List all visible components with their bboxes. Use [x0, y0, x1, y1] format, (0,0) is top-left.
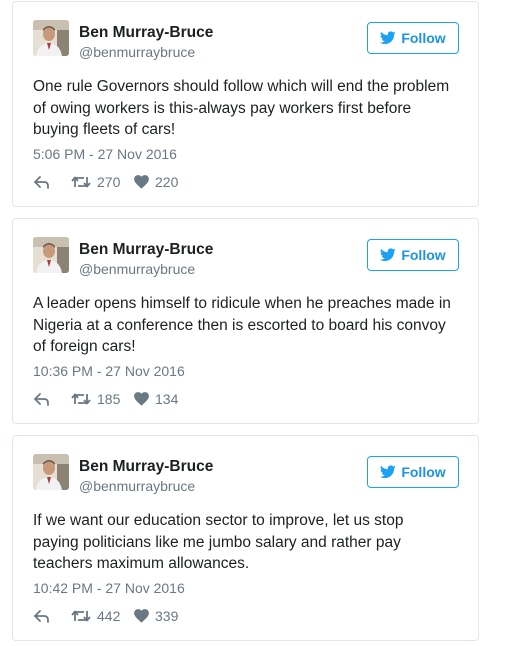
author-name[interactable]: Ben Murray-Bruce [79, 24, 213, 42]
retweet-count: 185 [97, 391, 121, 407]
like-count: 220 [155, 174, 179, 190]
twitter-bird-icon [380, 248, 397, 262]
like-count: 134 [155, 391, 179, 407]
reply-button[interactable] [33, 175, 71, 189]
author-name[interactable]: Ben Murray-Bruce [79, 241, 213, 259]
heart-icon [134, 609, 149, 623]
tweet-actions: 270 220 [33, 172, 178, 192]
tweet-timestamp[interactable]: 10:36 PM - 27 Nov 2016 [33, 363, 185, 379]
tweet-timestamp[interactable]: 10:42 PM - 27 Nov 2016 [33, 580, 185, 596]
like-button[interactable]: 220 [134, 174, 178, 190]
tweet-card[interactable]: Ben Murray-Bruce @benmurraybruce Follow … [12, 218, 479, 424]
follow-label: Follow [401, 464, 446, 480]
reply-icon [34, 393, 49, 406]
heart-icon [134, 392, 149, 406]
reply-icon [34, 176, 49, 189]
reply-button[interactable] [33, 392, 71, 406]
tweet-card[interactable]: Ben Murray-Bruce @benmurraybruce Follow … [12, 435, 479, 641]
retweet-button[interactable]: 270 [71, 174, 134, 190]
tweet-card[interactable]: Ben Murray-Bruce @benmurraybruce Follow … [12, 1, 479, 207]
tweet-timestamp[interactable]: 5:06 PM - 27 Nov 2016 [33, 146, 177, 162]
tweet-actions: 185 134 [33, 389, 178, 409]
follow-button[interactable]: Follow [367, 456, 459, 488]
retweet-count: 270 [97, 174, 121, 190]
follow-button[interactable]: Follow [367, 22, 459, 54]
avatar[interactable] [33, 454, 69, 490]
author-handle[interactable]: @benmurraybruce [79, 261, 195, 277]
retweet-button[interactable]: 442 [71, 608, 134, 624]
tweet-text: A leader opens himself to ridicule when … [33, 295, 451, 355]
author-name[interactable]: Ben Murray-Bruce [79, 458, 213, 476]
reply-icon [34, 610, 49, 623]
retweet-icon [71, 176, 91, 188]
tweet-text: If we want our education sector to impro… [33, 512, 404, 572]
twitter-bird-icon [380, 31, 397, 45]
reply-button[interactable] [33, 609, 71, 623]
twitter-bird-icon [380, 465, 397, 479]
author-handle[interactable]: @benmurraybruce [79, 44, 195, 60]
follow-label: Follow [401, 247, 446, 263]
like-count: 339 [155, 608, 179, 624]
tweet-text: One rule Governors should follow which w… [33, 78, 450, 138]
retweet-icon [71, 393, 91, 405]
author-handle[interactable]: @benmurraybruce [79, 478, 195, 494]
like-button[interactable]: 339 [134, 608, 178, 624]
retweet-button[interactable]: 185 [71, 391, 134, 407]
avatar-photo [33, 237, 69, 273]
follow-button[interactable]: Follow [367, 239, 459, 271]
avatar-photo [33, 454, 69, 490]
retweet-count: 442 [97, 608, 121, 624]
retweet-icon [71, 610, 91, 622]
tweet-actions: 442 339 [33, 606, 178, 626]
avatar-photo [33, 20, 69, 56]
avatar[interactable] [33, 20, 69, 56]
heart-icon [134, 175, 149, 189]
avatar[interactable] [33, 237, 69, 273]
like-button[interactable]: 134 [134, 391, 178, 407]
follow-label: Follow [401, 30, 446, 46]
